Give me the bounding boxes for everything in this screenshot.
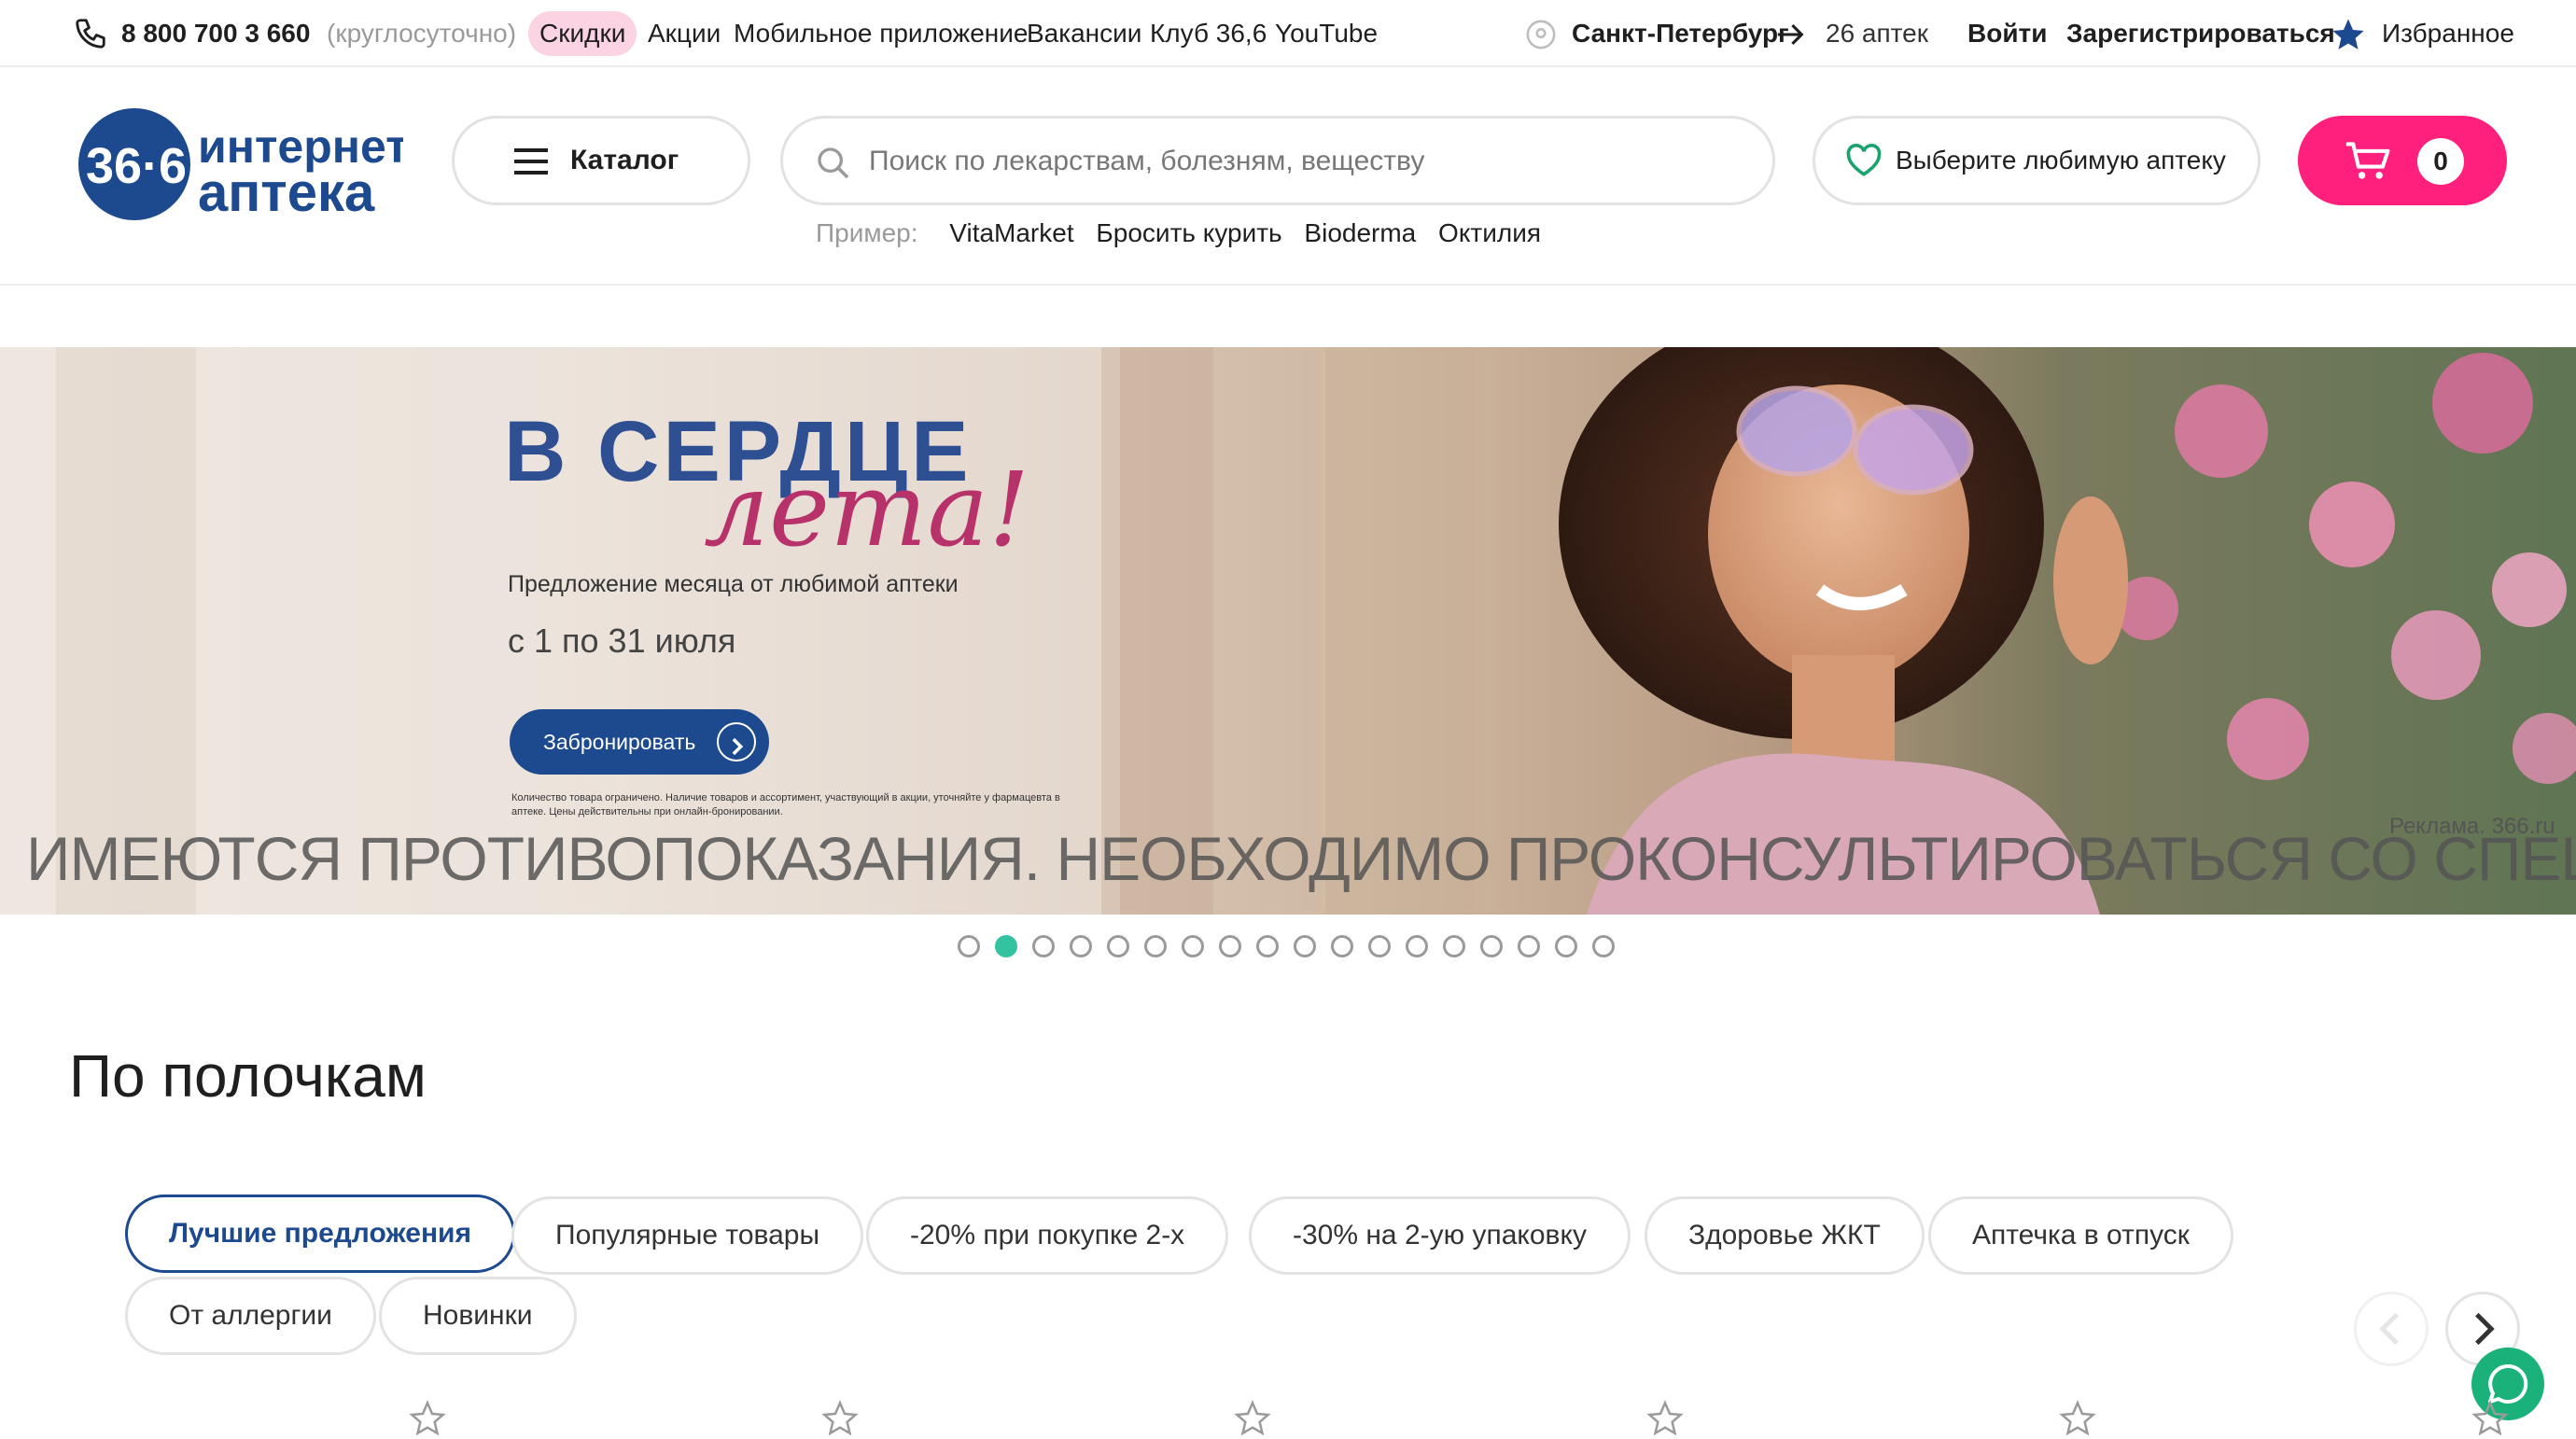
- star-outline-icon[interactable]: [2471, 1400, 2509, 1437]
- favorite-store-button[interactable]: Выберите любимую аптеку: [1813, 116, 2261, 205]
- slider-dot[interactable]: [1032, 935, 1055, 957]
- slider-dot[interactable]: [1256, 935, 1279, 957]
- slider-dot[interactable]: [1592, 935, 1615, 957]
- chip-minus20[interactable]: -20% при покупке 2-х: [866, 1196, 1229, 1275]
- nav-link-youtube[interactable]: YouTube: [1275, 11, 1378, 56]
- book-button[interactable]: Забронировать: [510, 709, 769, 775]
- search-icon[interactable]: [815, 145, 852, 182]
- slider-dot[interactable]: [1518, 935, 1540, 957]
- banner-offer: Предложение месяца от любимой аптеки: [508, 571, 959, 597]
- star-outline-icon[interactable]: [2059, 1400, 2096, 1437]
- nav-link-club[interactable]: Клуб 36,6: [1150, 11, 1267, 56]
- slider-dots: [958, 935, 1630, 959]
- cart-button[interactable]: 0: [2298, 116, 2507, 205]
- logo-number: 36·6: [86, 138, 187, 194]
- slider-dot[interactable]: [1144, 935, 1167, 957]
- nav-link-discounts[interactable]: Скидки: [528, 11, 637, 56]
- book-button-label: Забронировать: [543, 730, 696, 754]
- star-outline-icon[interactable]: [409, 1400, 446, 1437]
- slider-dot[interactable]: [1555, 935, 1577, 957]
- slider-dot[interactable]: [1368, 935, 1391, 957]
- slider-dot[interactable]: [1331, 935, 1353, 957]
- star-outline-icon[interactable]: [821, 1400, 859, 1437]
- contraindication-warning: ИМЕЮТСЯ ПРОТИВОПОКАЗАНИЯ. НЕОБХОДИМО ПРО…: [26, 824, 2576, 893]
- chip-new[interactable]: Новинки: [379, 1277, 577, 1355]
- slider-dot[interactable]: [1443, 935, 1465, 957]
- top-bar: 8 800 700 3 660 (круглосуточно) Скидки А…: [0, 0, 2576, 67]
- star-outline-icon[interactable]: [1646, 1400, 1684, 1437]
- chip-popular[interactable]: Популярные товары: [511, 1196, 864, 1275]
- chip-best-offers[interactable]: Лучшие предложения: [125, 1195, 516, 1273]
- chip-allergy[interactable]: От аллергии: [125, 1277, 376, 1355]
- phone-icon: [73, 11, 110, 56]
- logo[interactable]: 36·6 интернет аптека: [77, 106, 409, 228]
- carousel-prev-button[interactable]: [2354, 1292, 2429, 1366]
- phone-number[interactable]: 8 800 700 3 660: [121, 11, 310, 56]
- city-selector[interactable]: Санкт-Петербург: [1572, 11, 1789, 56]
- banner-title-line2: лета!: [704, 450, 1030, 569]
- slider-dot[interactable]: [995, 935, 1017, 957]
- catalog-button[interactable]: Каталог: [452, 116, 750, 205]
- slider-dot[interactable]: [1107, 935, 1129, 957]
- search-examples: Пример: VitaMarket Бросить курить Bioder…: [816, 218, 1556, 256]
- chevron-right-icon: [717, 722, 756, 761]
- heart-icon: [1846, 144, 1882, 176]
- phone-note: (круглосуточно): [327, 19, 517, 48]
- stores-count-link[interactable]: 26 аптек: [1826, 11, 1928, 56]
- search-box: [780, 116, 1775, 205]
- star-icon[interactable]: [2330, 11, 2369, 56]
- register-link[interactable]: Зарегистрироваться: [2066, 11, 2335, 56]
- example-link[interactable]: Октилия: [1438, 218, 1541, 247]
- header: 36·6 интернет аптека Каталог Пример: Vit…: [0, 69, 2576, 286]
- favorites-link[interactable]: Избранное: [2382, 11, 2514, 56]
- slider-dot[interactable]: [958, 935, 980, 957]
- chip-digestive-health[interactable]: Здоровье ЖКТ: [1645, 1196, 1925, 1275]
- slider-dot[interactable]: [1480, 935, 1503, 957]
- section-title: По полочкам: [69, 1042, 427, 1110]
- chevron-left-icon: [2379, 1312, 2399, 1346]
- example-link[interactable]: VitaMarket: [949, 218, 1073, 247]
- search-input[interactable]: [869, 135, 1746, 188]
- star-outline-icon[interactable]: [1234, 1400, 1271, 1437]
- nav-link-mobile-app[interactable]: Мобильное приложение: [734, 11, 1028, 56]
- nav-link-promotions[interactable]: Акции: [648, 11, 721, 56]
- example-link[interactable]: Бросить курить: [1096, 218, 1281, 247]
- slider-dot[interactable]: [1406, 935, 1428, 957]
- location-icon: [1525, 11, 1559, 56]
- slider-dot[interactable]: [1294, 935, 1316, 957]
- favorite-store-label: Выберите любимую аптеку: [1896, 146, 2226, 175]
- chip-travel-kit[interactable]: Аптечка в отпуск: [1928, 1196, 2233, 1275]
- examples-label: Пример:: [816, 218, 918, 247]
- roses-decoration: [2115, 353, 2576, 784]
- slider-dot[interactable]: [1070, 935, 1092, 957]
- slider-dot[interactable]: [1219, 935, 1241, 957]
- example-link[interactable]: Bioderma: [1304, 218, 1416, 247]
- cart-icon: [2345, 142, 2390, 179]
- menu-icon: [514, 148, 548, 175]
- chip-minus30[interactable]: -30% на 2-ую упаковку: [1249, 1196, 1631, 1275]
- cart-count-badge: 0: [2417, 138, 2464, 185]
- logo-line2: аптека: [198, 162, 375, 223]
- promo-banner[interactable]: В СЕРДЦЕ лета! Предложение месяца от люб…: [0, 347, 2576, 915]
- login-link[interactable]: Войти: [1967, 11, 2047, 56]
- catalog-label: Каталог: [570, 145, 679, 175]
- banner-fine-print: Количество товара ограничено. Наличие то…: [511, 792, 1060, 817]
- nav-link-vacancies[interactable]: Вакансии: [1027, 11, 1141, 56]
- slider-dot[interactable]: [1182, 935, 1204, 957]
- banner-dates: с 1 по 31 июля: [508, 622, 736, 660]
- arrow-right-icon: [1775, 11, 1809, 56]
